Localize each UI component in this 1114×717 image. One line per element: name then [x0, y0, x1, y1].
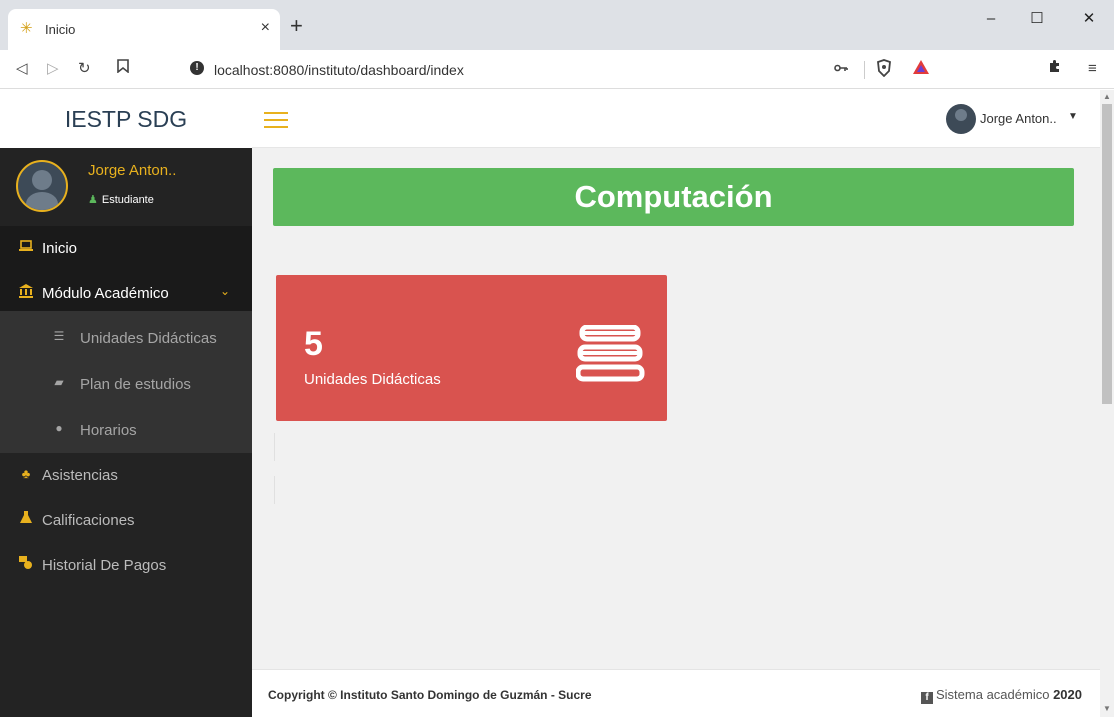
profile-role-label: Estudiante — [101, 194, 154, 206]
profile-name: Jorge Anton.. — [88, 162, 177, 179]
extensions-icon[interactable] — [1048, 59, 1062, 79]
sidebar-subitem-label: Unidades Didácticas — [80, 330, 217, 347]
folder-icon: ▰ — [54, 375, 64, 389]
stat-value: 5 — [304, 325, 323, 363]
divider — [274, 433, 275, 461]
scrollbar[interactable]: ▲ ▼ — [1100, 90, 1114, 717]
tab-title: Inicio — [45, 22, 76, 37]
stat-card-unidades-didacticas[interactable]: 5 Unidades Didácticas — [276, 275, 667, 421]
app-header: IESTP SDG Jorge Anton.. ▼ — [0, 90, 1100, 148]
browser-tab-bar: ✳ Inicio × + – ☐ ✕ — [0, 0, 1114, 50]
scroll-up-icon[interactable]: ▲ — [1103, 92, 1111, 101]
back-icon[interactable]: ◁ — [16, 59, 28, 79]
toolbar-divider — [864, 61, 865, 79]
divider — [274, 476, 275, 504]
browser-tab[interactable]: ✳ Inicio × — [8, 9, 280, 50]
sidebar-subitem-label: Plan de estudios — [80, 376, 191, 393]
profile-role: ♟ Estudiante — [88, 193, 154, 206]
caret-down-icon: ▼ — [1068, 111, 1078, 122]
sidebar-subitem-plan-de-estudios[interactable]: ▰ Plan de estudios — [0, 361, 252, 407]
scroll-down-icon[interactable]: ▼ — [1103, 704, 1111, 713]
users-icon: ♣ — [21, 466, 31, 481]
sidebar-profile: Jorge Anton.. ♟ Estudiante — [0, 148, 252, 226]
reload-icon[interactable]: ↻ — [78, 59, 91, 79]
footer: Copyright © Instituto Santo Domingo de G… — [252, 669, 1100, 717]
maximize-button[interactable]: ☐ — [1014, 8, 1060, 32]
rewards-icon[interactable] — [912, 59, 930, 81]
profile-avatar — [16, 160, 68, 212]
sidebar-item-modulo-academico[interactable]: Módulo Académico ⌄ — [0, 271, 252, 316]
scroll-thumb[interactable] — [1102, 104, 1112, 404]
sidebar-subitem-unidades-didacticas[interactable]: ☰ Unidades Didácticas — [0, 315, 252, 361]
key-icon[interactable] — [834, 59, 848, 79]
minimize-button[interactable]: – — [968, 8, 1014, 32]
laptop-icon — [18, 239, 34, 254]
stat-label: Unidades Didácticas — [304, 371, 441, 388]
avatar — [946, 104, 976, 134]
submenu-modulo-academico: ☰ Unidades Didácticas ▰ Plan de estudios… — [0, 311, 252, 453]
favicon-icon: ✳ — [20, 20, 33, 37]
facebook-icon[interactable]: f — [921, 692, 933, 704]
bookmark-icon[interactable] — [117, 59, 129, 79]
footer-copyright: Copyright © Instituto Santo Domingo de G… — [268, 688, 592, 702]
user-icon: ♟ — [88, 194, 98, 206]
clock-icon: ● — [55, 421, 63, 435]
new-tab-button[interactable]: + — [290, 15, 303, 37]
sidebar-item-label: Historial De Pagos — [42, 557, 167, 574]
chevron-down-icon: ⌄ — [220, 284, 231, 298]
hamburger-menu-icon[interactable] — [264, 112, 288, 128]
sidebar-subitem-label: Horarios — [80, 422, 137, 439]
sidebar: Jorge Anton.. ♟ Estudiante Inicio Módulo … — [0, 148, 252, 717]
user-name: Jorge Anton.. — [980, 111, 1057, 126]
menu-icon[interactable]: ≡ — [1088, 59, 1097, 79]
sidebar-item-asistencias[interactable]: ♣ Asistencias — [0, 453, 252, 498]
sidebar-item-calificaciones[interactable]: Calificaciones — [0, 498, 252, 543]
books-icon — [576, 325, 645, 382]
footer-system: f Sistema académico 2020 — [921, 687, 1082, 704]
sidebar-item-label: Asistencias — [42, 467, 118, 484]
sidebar-item-historial-de-pagos[interactable]: Historial De Pagos — [0, 543, 252, 588]
footer-system-text: Sistema académico — [936, 687, 1050, 702]
sidebar-subitem-horarios[interactable]: ● Horarios — [0, 407, 252, 453]
institution-icon — [18, 284, 34, 301]
url-text[interactable]: localhost:8080/instituto/dashboard/index — [214, 62, 464, 78]
book-icon: ☰ — [53, 329, 65, 343]
browser-toolbar: ◁ ▷ ↻ ! localhost:8080/instituto/dashboa… — [0, 50, 1114, 89]
sidebar-item-label: Calificaciones — [42, 512, 135, 529]
sidebar-item-inicio[interactable]: Inicio — [0, 226, 252, 271]
forward-icon[interactable]: ▷ — [47, 59, 59, 79]
money-icon — [18, 556, 34, 572]
sidebar-item-label: Módulo Académico — [42, 285, 169, 302]
footer-year: 2020 — [1053, 687, 1082, 702]
brand-title[interactable]: IESTP SDG — [0, 90, 252, 148]
page-title: Computación — [273, 168, 1074, 226]
sidebar-item-label: Inicio — [42, 240, 78, 257]
site-info-icon[interactable]: ! — [190, 61, 204, 75]
brave-shield-icon[interactable] — [876, 59, 892, 83]
flask-icon — [18, 511, 34, 527]
tab-close-button[interactable]: × — [261, 19, 270, 37]
main-content: Computación 5 Unidades Didácticas — [252, 148, 1100, 669]
close-window-button[interactable]: ✕ — [1066, 8, 1112, 32]
address-bar[interactable]: ! localhost:8080/instituto/dashboard/ind… — [178, 55, 942, 84]
